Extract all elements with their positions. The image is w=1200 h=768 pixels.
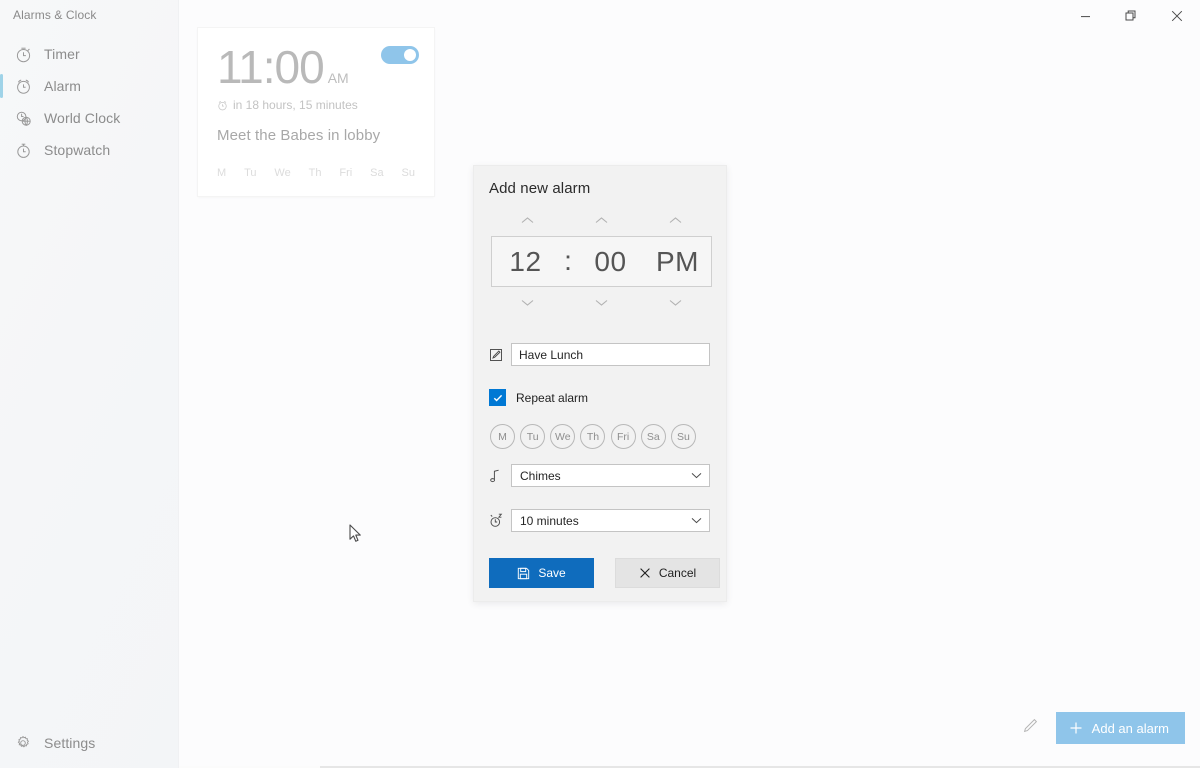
time-picker-down-arrows	[491, 293, 712, 311]
selection-accent-bar	[0, 74, 3, 98]
time-separator: :	[564, 244, 572, 276]
alarm-card-time: 11:00	[217, 41, 325, 93]
alarm-bell-icon	[217, 100, 228, 111]
window-controls	[1062, 0, 1200, 32]
sidebar-item-alarm[interactable]: Alarm	[0, 70, 179, 102]
save-button-label: Save	[538, 566, 566, 580]
sidebar-item-settings[interactable]: Settings	[0, 727, 179, 759]
cancel-button[interactable]: Cancel	[615, 558, 720, 588]
alarm-card-ampm: AM	[327, 70, 349, 86]
hour-value[interactable]: 12	[492, 246, 559, 278]
pencil-icon	[1022, 717, 1039, 739]
alarm-card-day: Su	[401, 167, 415, 179]
time-picker-up-arrows	[491, 211, 712, 229]
edit-alarms-button[interactable]	[1012, 712, 1049, 744]
period-up-chevron-icon[interactable]	[638, 211, 712, 229]
alarm-name-input[interactable]	[511, 343, 710, 366]
close-x-icon	[639, 567, 651, 579]
stopwatch-icon	[9, 136, 37, 164]
repeat-alarm-label: Repeat alarm	[516, 390, 589, 405]
alarm-card-toggle[interactable]	[381, 46, 419, 64]
world-clock-icon	[9, 104, 37, 132]
alarm-card-time-row: 11:00 AM	[217, 44, 349, 90]
sidebar-item-stopwatch[interactable]: Stopwatch	[0, 134, 179, 166]
alarms-and-clock-window: Alarms & Clock Timer Alarm World Clock S…	[0, 0, 1200, 768]
hour-down-chevron-icon[interactable]	[491, 293, 565, 311]
alarm-card-day: Tu	[244, 167, 257, 179]
alarm-card-days: M Tu We Th Fri Sa Su	[217, 167, 415, 179]
alarm-card-day: We	[274, 167, 291, 179]
period-value[interactable]: PM	[644, 246, 711, 278]
alarm-card-day: Sa	[370, 167, 384, 179]
alarm-card-day: Fri	[339, 167, 353, 179]
period-down-chevron-icon[interactable]	[638, 293, 712, 311]
alarm-card-day: M	[217, 167, 227, 179]
sidebar-nav: Timer Alarm World Clock Stopwatch	[0, 38, 179, 166]
alarm-card-countdown-row: in 18 hours, 15 minutes	[217, 98, 358, 112]
day-toggle-friday[interactable]: Fri	[610, 424, 636, 449]
add-an-alarm-button[interactable]: Add an alarm	[1055, 712, 1185, 744]
alarm-sound-value: Chimes	[520, 468, 561, 483]
minute-up-chevron-icon[interactable]	[565, 211, 639, 229]
selection-accent-bar	[0, 42, 3, 66]
sidebar: Alarms & Clock Timer Alarm World Clock S…	[0, 0, 179, 768]
sidebar-item-label: Timer	[44, 46, 80, 62]
minute-value[interactable]: 00	[577, 246, 644, 278]
sidebar-item-world-clock[interactable]: World Clock	[0, 102, 179, 134]
alarm-card-name: Meet the Babes in lobby	[217, 127, 381, 144]
chevron-down-icon	[691, 465, 702, 486]
minute-down-chevron-icon[interactable]	[565, 293, 639, 311]
plus-icon	[1069, 721, 1083, 735]
alarm-name-row	[489, 343, 710, 366]
time-picker: 12 : 00 PM	[491, 211, 712, 311]
dialog-button-row: Save Cancel	[489, 558, 720, 588]
add-new-alarm-dialog: Add new alarm 12 : 00 PM Have Lunch Repe…	[473, 165, 727, 602]
restore-button[interactable]	[1108, 0, 1154, 32]
alarm-card-day: Th	[308, 167, 322, 179]
edit-pencil-icon	[489, 348, 511, 362]
repeat-day-selector: M Tu We Th Fri Sa Su	[490, 424, 696, 449]
main-content: 11:00 AM in 18 hours, 15 minutes Meet th…	[179, 0, 1200, 768]
alarm-card-countdown: in 18 hours, 15 minutes	[233, 98, 358, 112]
sidebar-item-label: Alarm	[44, 78, 82, 94]
day-toggle-wednesday[interactable]: We	[550, 424, 576, 449]
toggle-knob	[404, 49, 416, 61]
timer-icon	[9, 40, 37, 68]
snooze-row: 10 minutes	[489, 509, 710, 532]
title-bar	[0, 0, 1200, 32]
selection-accent-bar	[0, 106, 3, 130]
save-button[interactable]: Save	[489, 558, 594, 588]
alarm-sound-select[interactable]: Chimes	[511, 464, 710, 487]
bottom-action-bar: Add an alarm	[1012, 712, 1185, 744]
save-disk-icon	[517, 567, 530, 580]
day-toggle-thursday[interactable]: Th	[580, 424, 606, 449]
repeat-alarm-checkbox[interactable]	[489, 389, 506, 406]
snooze-clock-icon	[489, 513, 511, 528]
sidebar-item-label: World Clock	[44, 110, 121, 126]
add-an-alarm-label: Add an alarm	[1091, 720, 1169, 736]
hour-up-chevron-icon[interactable]	[491, 211, 565, 229]
sidebar-item-label: Settings	[44, 735, 96, 751]
music-note-icon	[489, 469, 511, 483]
cancel-button-label: Cancel	[658, 566, 697, 580]
sidebar-item-timer[interactable]: Timer	[0, 38, 179, 70]
alarm-icon	[9, 72, 37, 100]
alarm-sound-row: Chimes	[489, 464, 710, 487]
day-toggle-sunday[interactable]: Su	[670, 424, 696, 449]
snooze-select[interactable]: 10 minutes	[511, 509, 710, 532]
time-display-box[interactable]: 12 : 00 PM	[491, 236, 712, 287]
minimize-button[interactable]	[1062, 0, 1108, 32]
snooze-value: 10 minutes	[520, 513, 579, 528]
close-button[interactable]	[1154, 0, 1200, 32]
alarm-card[interactable]: 11:00 AM in 18 hours, 15 minutes Meet th…	[198, 28, 434, 196]
day-toggle-tuesday[interactable]: Tu	[520, 424, 546, 449]
gear-icon	[9, 729, 37, 757]
dialog-title: Add new alarm	[489, 180, 591, 197]
day-toggle-saturday[interactable]: Sa	[640, 424, 666, 449]
chevron-down-icon	[691, 510, 702, 531]
sidebar-item-label: Stopwatch	[44, 142, 111, 158]
selection-accent-bar	[0, 138, 3, 162]
repeat-alarm-row[interactable]: Repeat alarm	[489, 389, 588, 406]
day-toggle-monday[interactable]: M	[490, 424, 515, 449]
